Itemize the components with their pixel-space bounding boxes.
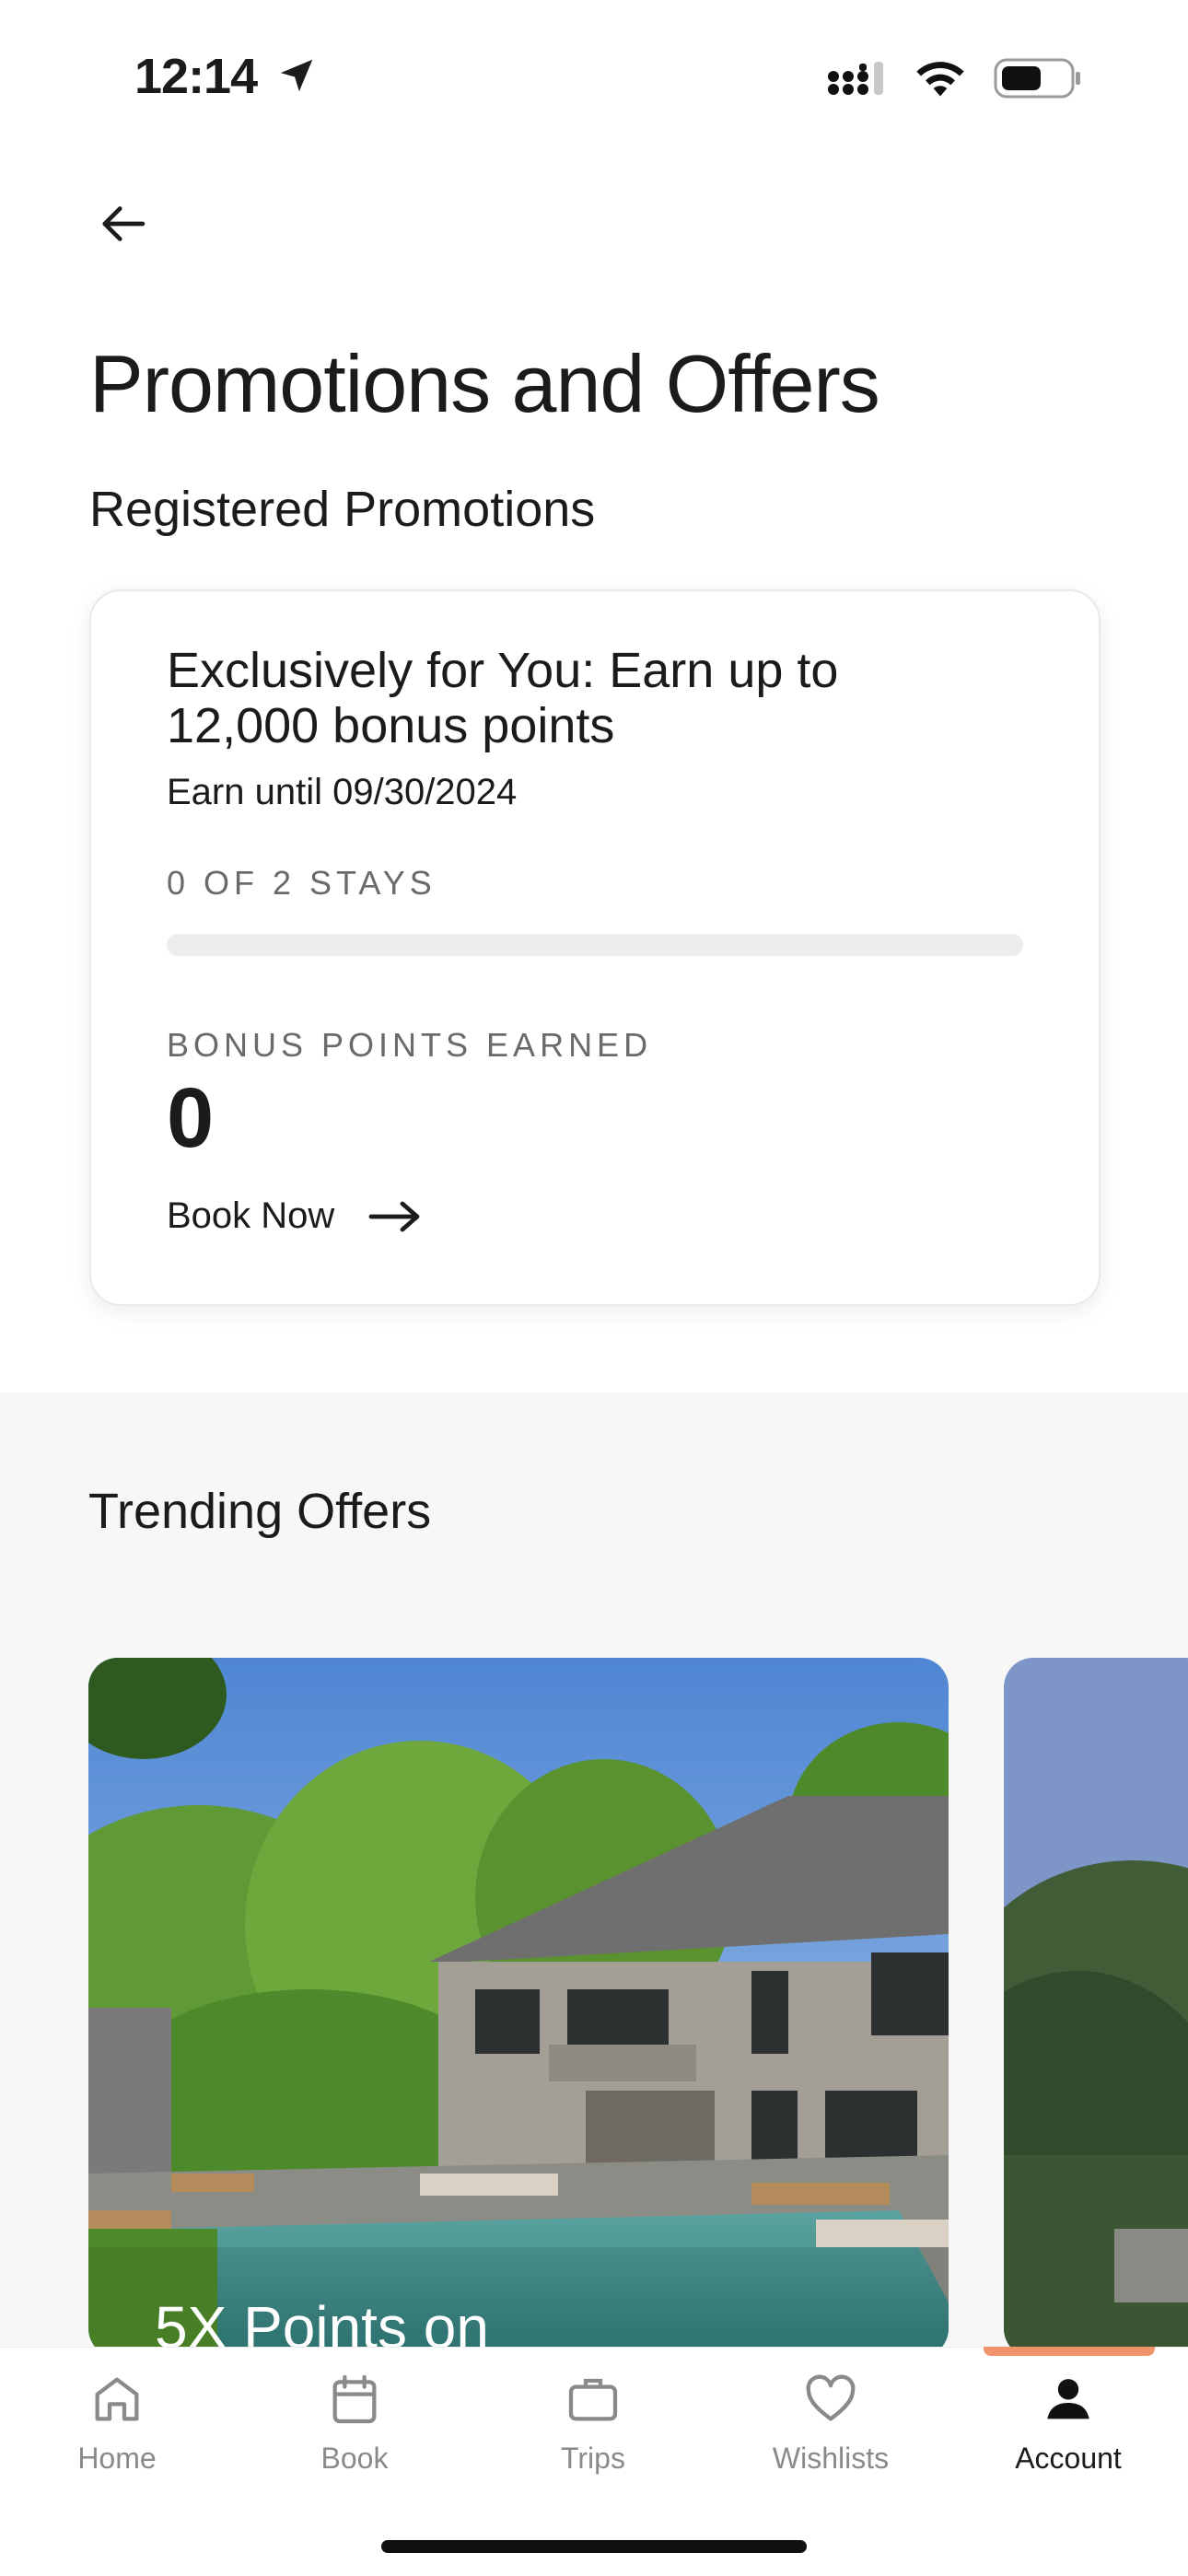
tab-book[interactable]: Book <box>253 2370 456 2476</box>
page-title: Promotions and Offers <box>89 338 880 429</box>
registered-promotions-heading: Registered Promotions <box>89 482 596 537</box>
offer-photo-next <box>1004 1658 1188 2358</box>
arrow-right-icon <box>368 1201 420 1231</box>
offer-card-next[interactable] <box>1004 1658 1188 2358</box>
offer-photo <box>88 1658 949 2358</box>
stays-progress-label: 0 OF 2 STAYS <box>167 864 437 902</box>
promotion-title: Exclusively for You: Earn up to 12,000 b… <box>167 643 839 753</box>
offer-card[interactable]: 5X Points on <box>88 1658 949 2358</box>
tab-wishlists-label: Wishlists <box>772 2442 890 2475</box>
status-time: 12:14 <box>134 48 318 105</box>
heart-icon <box>806 2374 856 2421</box>
tab-account-label: Account <box>1015 2442 1122 2475</box>
bonus-points-value: 0 <box>167 1071 215 1165</box>
book-now-label: Book Now <box>167 1195 335 1236</box>
promotion-card: Exclusively for You: Earn up to 12,000 b… <box>89 589 1101 1306</box>
cellular-signal-icon <box>828 62 883 95</box>
stays-progress-bar <box>167 934 1023 956</box>
calendar-icon <box>332 2374 377 2424</box>
location-arrow-icon <box>280 59 313 92</box>
wifi-icon <box>916 62 964 97</box>
arrow-left-icon <box>102 206 146 241</box>
home-icon <box>95 2377 139 2421</box>
bonus-points-label: BONUS POINTS EARNED <box>167 1026 653 1064</box>
status-icons <box>826 57 1082 99</box>
promotion-end-date: Earn until 09/30/2024 <box>167 772 518 812</box>
tab-wishlists[interactable]: Wishlists <box>729 2370 932 2476</box>
battery-icon <box>994 58 1080 99</box>
tab-home[interactable]: Home <box>16 2370 218 2476</box>
tab-book-label: Book <box>320 2442 389 2475</box>
briefcase-icon <box>568 2378 618 2421</box>
tab-account[interactable]: Account <box>967 2370 1170 2476</box>
tab-trips-label: Trips <box>561 2442 625 2475</box>
active-tab-indicator <box>984 2347 1155 2356</box>
home-indicator <box>381 2540 807 2553</box>
book-now-link[interactable]: Book Now <box>167 1195 423 1237</box>
tab-trips[interactable]: Trips <box>492 2370 694 2476</box>
trending-offers-heading: Trending Offers <box>88 1484 432 1539</box>
tab-home-label: Home <box>77 2442 157 2475</box>
back-button[interactable] <box>92 193 153 254</box>
person-icon <box>1047 2379 1089 2419</box>
